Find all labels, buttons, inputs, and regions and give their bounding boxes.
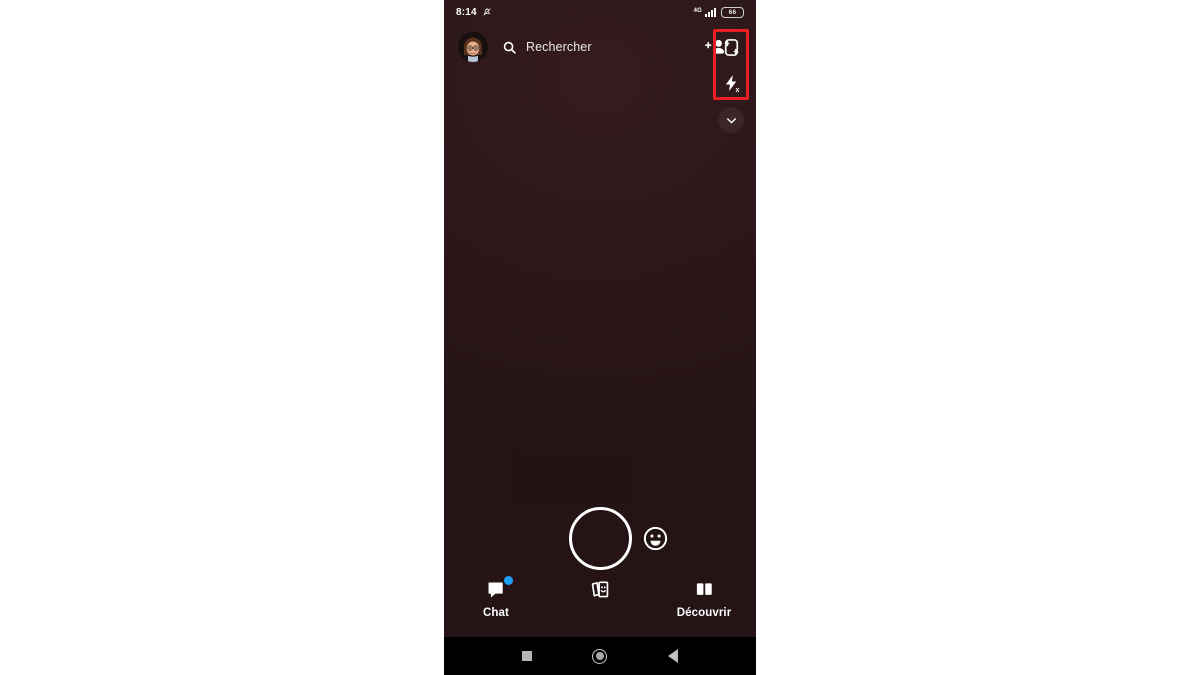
- battery-indicator: 66: [721, 6, 744, 18]
- tab-discover[interactable]: Découvrir: [652, 575, 756, 619]
- circle-home-icon[interactable]: [592, 648, 608, 664]
- camera-flip-icon: [723, 38, 739, 56]
- triangle-back-icon[interactable]: [667, 649, 678, 663]
- flash-toggle-button[interactable]: x: [713, 65, 749, 101]
- tab-discover-label: Découvrir: [676, 607, 732, 619]
- search-bar[interactable]: Rechercher: [502, 40, 704, 55]
- camera-flip-button[interactable]: [713, 29, 749, 65]
- network-type-label: 4G: [693, 7, 702, 14]
- camera-controls-rail: x: [710, 29, 752, 133]
- bottom-tab-bar: Chat Découvrir: [444, 575, 756, 625]
- square-recents-icon[interactable]: [522, 651, 533, 661]
- smiley-lens-icon[interactable]: [643, 526, 668, 551]
- status-bar: 8:14 4G 66: [444, 0, 756, 24]
- capture-row: [444, 505, 756, 571]
- signal-bars-icon: [705, 7, 716, 17]
- stories-cards-glyph: [591, 581, 609, 597]
- discover-panels-glyph: [696, 582, 712, 595]
- bell-muted-icon: [483, 8, 491, 16]
- status-bar-right: 4G 66: [693, 6, 744, 18]
- tab-chat-label: Chat: [483, 607, 509, 619]
- search-input[interactable]: Rechercher: [526, 40, 592, 54]
- expand-controls-button[interactable]: [718, 107, 744, 133]
- avatar-image: [458, 32, 488, 62]
- shutter-button[interactable]: [568, 506, 632, 570]
- chevron-down-icon: [726, 117, 736, 123]
- android-navigation-bar: [444, 637, 756, 675]
- chat-unread-badge: [503, 576, 513, 585]
- search-icon: [503, 41, 516, 54]
- screenshot-canvas: 8:14 4G 66 Rechercher x Chat Découvrir: [0, 0, 1200, 675]
- status-time: 8:14: [456, 6, 477, 18]
- stories-cards-icon: [587, 577, 613, 603]
- flash-off-icon: x: [725, 74, 739, 93]
- svg-text:x: x: [735, 86, 739, 93]
- discover-panels-icon: [693, 577, 716, 603]
- chat-bubble-icon: [485, 576, 513, 603]
- status-bar-left: 8:14: [456, 7, 492, 18]
- phone-screen: 8:14 4G 66 Rechercher x Chat Découvrir: [444, 0, 756, 675]
- bitmoji-avatar[interactable]: [458, 32, 488, 62]
- tab-stories[interactable]: [548, 575, 652, 607]
- tab-chat[interactable]: Chat: [444, 575, 548, 619]
